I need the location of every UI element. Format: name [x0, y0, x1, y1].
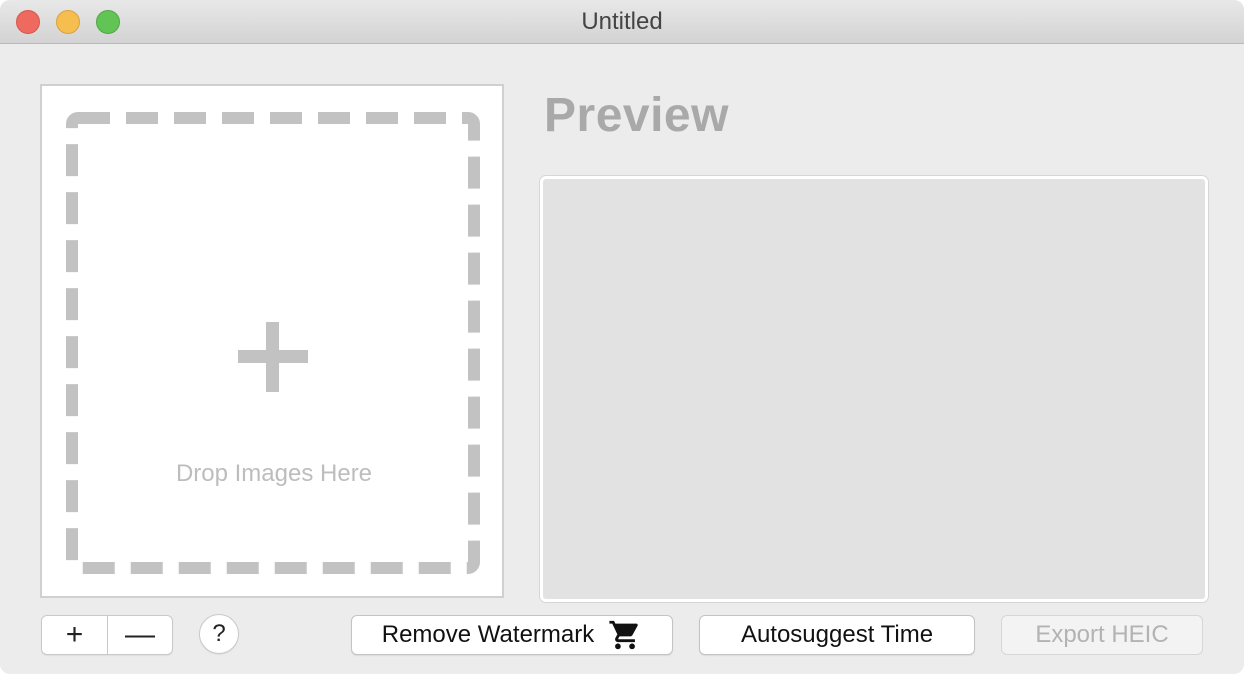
drop-images-label: Drop Images Here: [175, 460, 373, 487]
preview-heading: Preview: [544, 89, 729, 142]
plus-icon: [238, 322, 308, 392]
minimize-window-button[interactable]: [56, 10, 80, 34]
add-image-button[interactable]: +: [42, 616, 107, 654]
zoom-window-button[interactable]: [96, 10, 120, 34]
add-remove-segmented-control: + —: [41, 615, 173, 655]
remove-watermark-button[interactable]: Remove Watermark: [351, 615, 673, 655]
preview-area: [540, 176, 1208, 602]
autosuggest-time-button[interactable]: Autosuggest Time: [699, 615, 975, 655]
remove-watermark-label: Remove Watermark: [381, 621, 595, 648]
image-drop-panel[interactable]: Drop Images Here: [40, 84, 504, 598]
export-heic-button[interactable]: Export HEIC: [1001, 615, 1203, 655]
close-window-button[interactable]: [16, 10, 40, 34]
title-bar[interactable]: Untitled: [0, 0, 1244, 44]
help-button[interactable]: ?: [199, 614, 239, 654]
window-title: Untitled: [581, 8, 663, 35]
shopping-cart-icon: [608, 618, 642, 652]
remove-image-button[interactable]: —: [107, 616, 172, 654]
app-window: Untitled Drop Images Here Preview + — ? …: [0, 0, 1244, 674]
